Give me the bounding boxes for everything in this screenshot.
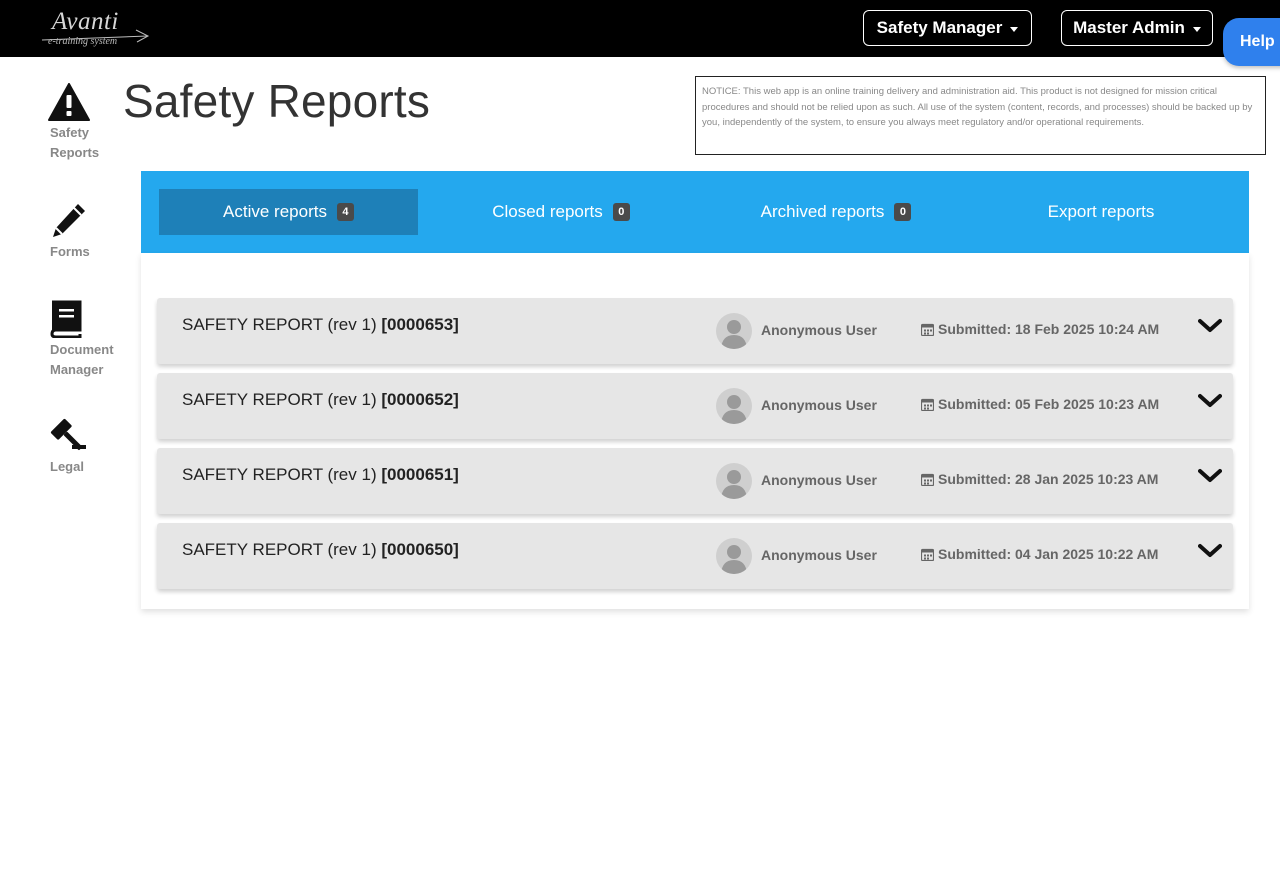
chevron-down-icon[interactable] [1198,543,1222,559]
user-dropdown-button[interactable]: Master Admin [1061,10,1213,46]
logo-subtitle: e-training system [48,36,117,47]
logo-text: Avanti [52,8,119,36]
report-name: SAFETY REPORT (rev 1) [182,540,377,559]
submitter-name: Anonymous User [761,397,877,413]
sidebar-item-legal[interactable]: Legal [40,417,124,477]
user-silhouette-icon [716,463,752,499]
report-id: [0000650] [381,540,459,559]
tab-archived-reports[interactable]: Archived reports 0 [701,189,971,235]
report-title: SAFETY REPORT (rev 1) [0000651] [182,465,459,485]
submitted-date: Submitted: 18 Feb 2025 10:24 AM [921,321,1159,337]
report-list-panel: SAFETY REPORT (rev 1) [0000653] Anonymou… [141,253,1249,609]
count-badge: 4 [337,203,354,221]
sidebar-item-safety-reports[interactable]: Safety Reports [40,83,124,163]
user-silhouette-icon [716,538,752,574]
sidebar-item-label: Safety Reports [40,123,99,163]
report-row[interactable]: SAFETY REPORT (rev 1) [0000652] Anonymou… [157,373,1233,439]
report-name: SAFETY REPORT (rev 1) [182,465,377,484]
report-id: [0000652] [381,390,459,409]
chevron-down-icon[interactable] [1198,468,1222,484]
tab-label: Active reports [223,202,327,222]
report-name: SAFETY REPORT (rev 1) [182,315,377,334]
submitter-name: Anonymous User [761,322,877,338]
submitted-text: Submitted: 18 Feb 2025 10:24 AM [938,321,1159,337]
warning-icon [40,83,100,123]
help-button[interactable]: Help [1223,18,1280,66]
report-title: SAFETY REPORT (rev 1) [0000650] [182,540,459,560]
user-silhouette-icon [716,313,752,349]
report-name: SAFETY REPORT (rev 1) [182,390,377,409]
count-badge: 0 [613,203,630,221]
report-title: SAFETY REPORT (rev 1) [0000652] [182,390,459,410]
tab-label: Closed reports [492,202,603,222]
sidebar-item-label: Document Manager [40,340,114,380]
report-id: [0000653] [381,315,459,334]
tab-label: Archived reports [761,202,885,222]
avatar [716,313,752,349]
pencil-icon [40,202,100,242]
caret-down-icon [1010,27,1018,32]
notice-box: NOTICE: This web app is an online traini… [695,76,1266,155]
tab-closed-reports[interactable]: Closed reports 0 [431,189,691,235]
chevron-down-icon[interactable] [1198,393,1222,409]
book-icon [40,300,100,340]
avatar [716,463,752,499]
top-navbar: Avanti e-training system Safety Manager … [0,0,1280,57]
report-title: SAFETY REPORT (rev 1) [0000653] [182,315,459,335]
tab-export-reports[interactable]: Export reports [981,189,1221,235]
calendar-icon [921,398,934,411]
submitted-text: Submitted: 05 Feb 2025 10:23 AM [938,396,1159,412]
count-badge: 0 [894,203,911,221]
calendar-icon [921,323,934,336]
report-row[interactable]: SAFETY REPORT (rev 1) [0000651] Anonymou… [157,448,1233,514]
tab-active-reports[interactable]: Active reports 4 [159,189,418,235]
chevron-down-icon[interactable] [1198,318,1222,334]
calendar-icon [921,473,934,486]
submitter-name: Anonymous User [761,472,877,488]
user-silhouette-icon [716,388,752,424]
sidebar-item-label: Legal [40,457,84,477]
sidebar-item-label: Forms [40,242,90,262]
report-row[interactable]: SAFETY REPORT (rev 1) [0000650] Anonymou… [157,523,1233,589]
report-row[interactable]: SAFETY REPORT (rev 1) [0000653] Anonymou… [157,298,1233,364]
report-tabs: Active reports 4 Closed reports 0 Archiv… [141,171,1249,253]
submitted-text: Submitted: 04 Jan 2025 10:22 AM [938,546,1158,562]
sidebar-item-forms[interactable]: Forms [40,202,124,262]
caret-down-icon [1193,27,1201,32]
role-dropdown-label: Safety Manager [877,18,1003,38]
submitted-date: Submitted: 04 Jan 2025 10:22 AM [921,546,1158,562]
submitter-name: Anonymous User [761,547,877,563]
role-dropdown-button[interactable]: Safety Manager [863,10,1032,46]
user-dropdown-label: Master Admin [1073,18,1185,38]
submitted-date: Submitted: 28 Jan 2025 10:23 AM [921,471,1158,487]
calendar-icon [921,548,934,561]
help-button-label: Help [1240,33,1275,51]
avanti-logo[interactable]: Avanti e-training system [40,6,152,50]
gavel-icon [40,417,100,457]
sidebar-item-document-manager[interactable]: Document Manager [40,300,124,380]
submitted-text: Submitted: 28 Jan 2025 10:23 AM [938,471,1158,487]
page-title: Safety Reports [123,74,430,128]
report-id: [0000651] [381,465,459,484]
avatar [716,388,752,424]
avatar [716,538,752,574]
tab-label: Export reports [1048,202,1155,222]
submitted-date: Submitted: 05 Feb 2025 10:23 AM [921,396,1159,412]
